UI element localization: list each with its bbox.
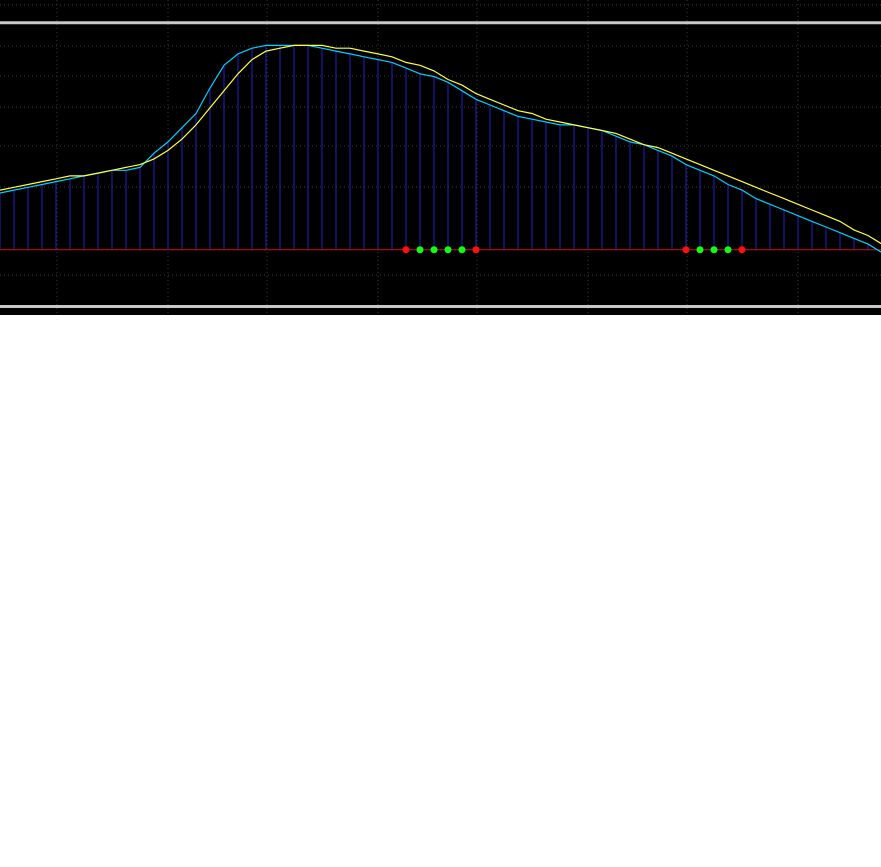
signal-dot-red (402, 246, 410, 254)
signal-dot-red (472, 246, 480, 254)
signal-dot-red (738, 246, 746, 254)
indicator-chart (0, 0, 881, 315)
signal-dot-green (696, 246, 704, 254)
signal-dot-green (724, 246, 732, 254)
signal-dot-green (416, 246, 424, 254)
signal-dot-red (682, 246, 690, 254)
chart-background (0, 0, 881, 315)
signal-dot-green (444, 246, 452, 254)
signal-dot-green (430, 246, 438, 254)
signal-dot-green (710, 246, 718, 254)
blank-area (0, 315, 881, 867)
signal-dot-green (458, 246, 466, 254)
indicator-chart-panel (0, 0, 881, 315)
